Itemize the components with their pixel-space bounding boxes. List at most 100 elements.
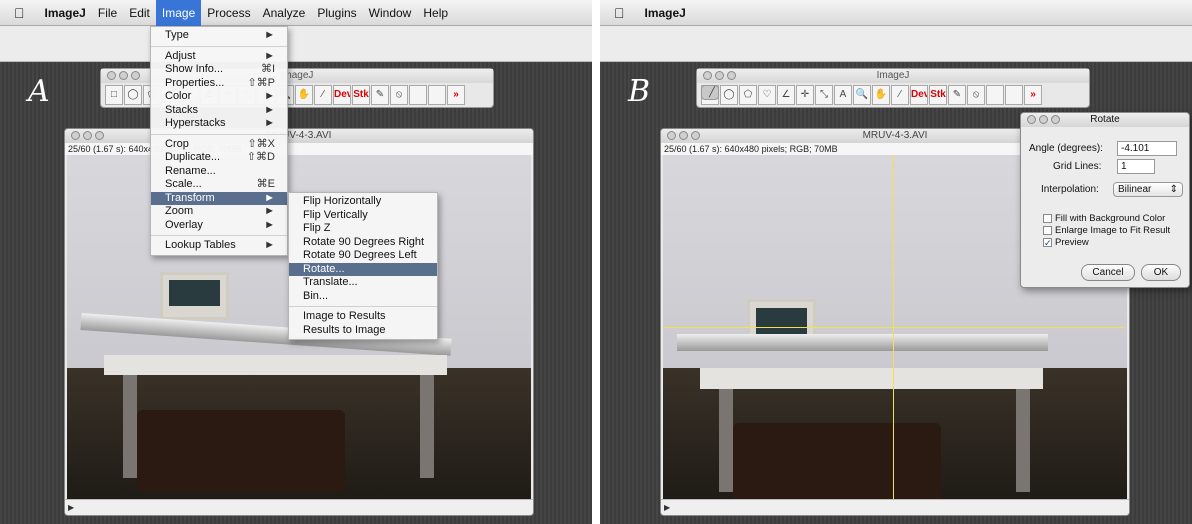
apple-icon[interactable]: 	[14, 5, 25, 21]
menu-image[interactable]: Image	[155, 0, 202, 26]
toolbar-titlebar[interactable]: ImageJ	[697, 69, 1089, 83]
flood-fill-tool-icon[interactable]: ⦸	[967, 85, 985, 105]
menu-item-stacks[interactable]: Stacks ►	[151, 104, 287, 118]
submenu-item-results-to-image[interactable]: Results to Image	[289, 324, 437, 338]
hand-tool-icon[interactable]: ✋	[295, 85, 313, 105]
brush-tool-icon[interactable]: ✎	[371, 85, 389, 105]
menu-item-transform[interactable]: Transform ►	[151, 191, 287, 205]
image-window-titlebar[interactable]: MRUV-4-3.AVI	[65, 129, 533, 143]
dev-tool-icon[interactable]: Dev	[910, 85, 928, 105]
text-tool-icon[interactable]: A	[834, 85, 852, 105]
menu-window[interactable]: Window	[363, 0, 418, 26]
brush-tool-icon[interactable]: ✎	[948, 85, 966, 105]
minimize-icon[interactable]	[83, 131, 92, 140]
dev-tool-icon[interactable]: Dev	[333, 85, 351, 105]
ok-button[interactable]: OK	[1141, 264, 1181, 281]
submenu-item-bin[interactable]: Bin...	[289, 290, 437, 304]
menubar:  ImageJ	[600, 0, 1192, 26]
menu-item-overlay[interactable]: Overlay ►	[151, 219, 287, 233]
submenu-item-rotate-90-left[interactable]: Rotate 90 Degrees Left	[289, 249, 437, 263]
menu-item-hyperstacks[interactable]: Hyperstacks ►	[151, 117, 287, 131]
close-icon[interactable]	[703, 71, 712, 80]
close-icon[interactable]	[107, 71, 116, 80]
interpolation-select[interactable]: Bilinear ⇕	[1113, 182, 1183, 197]
grid-lines-input[interactable]: 1	[1117, 159, 1155, 174]
minimize-icon[interactable]	[679, 131, 688, 140]
menu-item-scale[interactable]: Scale... ⌘E	[151, 178, 287, 192]
menu-imagej[interactable]: ImageJ	[39, 0, 92, 26]
minimize-icon[interactable]	[1039, 115, 1048, 124]
play-icon[interactable]: ▶	[664, 503, 670, 512]
wand-tool-icon[interactable]: ⤡	[815, 85, 833, 105]
menu-plugins[interactable]: Plugins	[311, 0, 362, 26]
image-window-title: MRUV-4-3.AVI	[862, 130, 928, 141]
photo-air-track	[676, 333, 1049, 352]
menu-edit[interactable]: Edit	[123, 0, 156, 26]
polygon-tool-icon[interactable]: ⬠	[739, 85, 757, 105]
submenu-item-rotate-90-right[interactable]: Rotate 90 Degrees Right	[289, 236, 437, 250]
rotate-dialog-titlebar[interactable]: Rotate	[1021, 113, 1189, 127]
zoom-icon[interactable]	[727, 71, 736, 80]
enlarge-image-checkbox[interactable]: Enlarge Image to Fit Result	[1043, 225, 1170, 236]
submenu-item-rotate[interactable]: Rotate...	[289, 262, 437, 276]
zoom-icon[interactable]	[691, 131, 700, 140]
menu-process[interactable]: Process	[201, 0, 256, 26]
menu-file[interactable]: File	[92, 0, 123, 26]
zoom-icon[interactable]	[95, 131, 104, 140]
dropper-tool-icon[interactable]: ⁄	[314, 85, 332, 105]
menu-item-show-info[interactable]: Show Info... ⌘I	[151, 63, 287, 77]
stk-tool-icon[interactable]: Stk	[929, 85, 947, 105]
empty-tool-slot[interactable]	[1005, 85, 1023, 105]
rectangle-tool-icon[interactable]: □	[105, 85, 123, 105]
stk-tool-icon[interactable]: Stk	[352, 85, 370, 105]
zoom-icon[interactable]	[1051, 115, 1060, 124]
close-icon[interactable]	[71, 131, 80, 140]
oval-tool-icon[interactable]: ◯	[720, 85, 738, 105]
minimize-icon[interactable]	[119, 71, 128, 80]
submenu-item-image-to-results[interactable]: Image to Results	[289, 310, 437, 324]
submenu-item-flip-horizontally[interactable]: Flip Horizontally	[289, 195, 437, 209]
point-tool-icon[interactable]: ✛	[796, 85, 814, 105]
empty-tool-slot[interactable]	[986, 85, 1004, 105]
empty-tool-slot[interactable]	[428, 85, 446, 105]
apple-icon[interactable]: 	[614, 5, 625, 21]
dropper-tool-icon[interactable]: ⁄	[891, 85, 909, 105]
submenu-item-translate[interactable]: Translate...	[289, 276, 437, 290]
close-icon[interactable]	[667, 131, 676, 140]
hand-tool-icon[interactable]: ✋	[872, 85, 890, 105]
submenu-item-flip-vertically[interactable]: Flip Vertically	[289, 209, 437, 223]
menu-item-crop[interactable]: Crop ⇧⌘X	[151, 138, 287, 152]
freehand-tool-icon[interactable]: ♡	[758, 85, 776, 105]
menu-item-duplicate[interactable]: Duplicate... ⇧⌘D	[151, 151, 287, 165]
menu-item-color[interactable]: Color ►	[151, 90, 287, 104]
frame-scrollbar[interactable]: ▶	[65, 499, 533, 515]
play-icon[interactable]: ▶	[68, 503, 74, 512]
empty-tool-slot[interactable]	[409, 85, 427, 105]
cancel-button[interactable]: Cancel	[1081, 264, 1135, 281]
menu-help[interactable]: Help	[417, 0, 454, 26]
angle-input[interactable]: -4.101	[1117, 141, 1177, 156]
preview-checkbox[interactable]: ✓ Preview	[1043, 237, 1089, 248]
submenu-item-flip-z[interactable]: Flip Z	[289, 222, 437, 236]
oval-tool-icon[interactable]: ◯	[124, 85, 142, 105]
menu-item-type[interactable]: Type ►	[151, 29, 287, 43]
menu-item-rename[interactable]: Rename...	[151, 165, 287, 179]
menu-item-lookup-tables[interactable]: Lookup Tables ►	[151, 239, 287, 253]
line-tool-icon[interactable]: ╱	[701, 85, 719, 100]
menu-item-adjust[interactable]: Adjust ►	[151, 50, 287, 64]
more-tools-icon[interactable]: »	[1024, 85, 1042, 105]
image-info: 25/60 (1.67 s): 640x480 pixels; RGB; 70M…	[65, 143, 533, 155]
close-icon[interactable]	[1027, 115, 1036, 124]
menu-imagej[interactable]: ImageJ	[639, 0, 692, 26]
menu-item-zoom[interactable]: Zoom ►	[151, 205, 287, 219]
fill-background-checkbox[interactable]: Fill with Background Color	[1043, 213, 1165, 224]
more-tools-icon[interactable]: »	[447, 85, 465, 105]
menu-analyze[interactable]: Analyze	[257, 0, 312, 26]
flood-fill-tool-icon[interactable]: ⦸	[390, 85, 408, 105]
minimize-icon[interactable]	[715, 71, 724, 80]
magnifier-tool-icon[interactable]: 🔍	[853, 85, 871, 105]
angle-tool-icon[interactable]: ∠	[777, 85, 795, 105]
frame-scrollbar[interactable]: ▶	[661, 499, 1129, 515]
zoom-icon[interactable]	[131, 71, 140, 80]
menu-item-properties[interactable]: Properties... ⇧⌘P	[151, 77, 287, 91]
